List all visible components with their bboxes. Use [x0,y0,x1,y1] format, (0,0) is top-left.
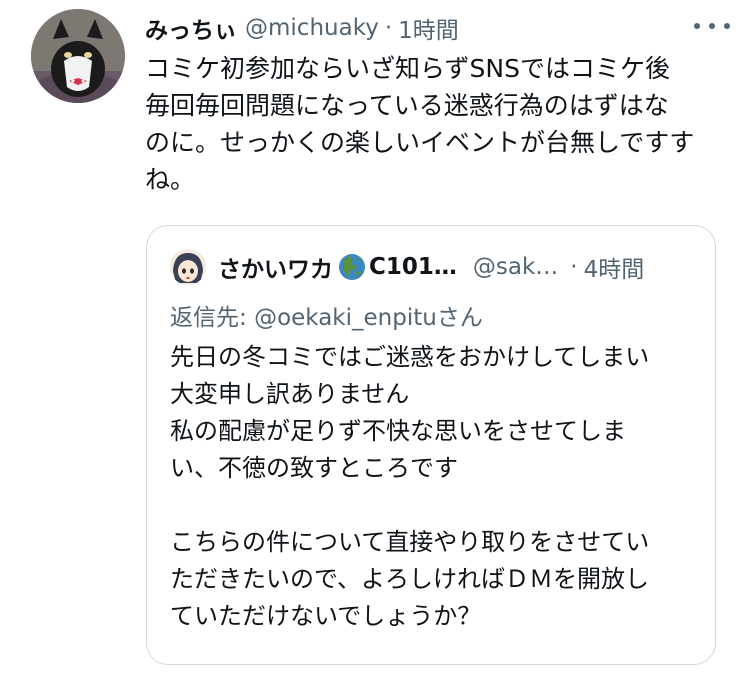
tweet-text-line: のに。せっかくの楽しいイベントが台無しですす [145,128,695,157]
tweet-header: みっちぃ @michuaky · 1時間 [145,10,730,46]
quoted-tweet-text: 先日の冬コミではご迷惑をおかけしてしまい 大変申し訳ありません 私の配慮が足りず… [170,339,700,635]
reply-to-handle[interactable]: @oekaki_enpitu [254,305,437,331]
tweet-text-line: ね。 [145,165,196,194]
author-display-name[interactable]: みっちぃ [145,11,237,45]
reply-to-line: 返信先: @oekaki_enpituさん [170,298,483,332]
tweet-text: コミケ初参加ならいざ知らずSNSではコミケ後 毎回毎回問題になっている迷惑行為の… [145,50,725,198]
quoted-text-blank-line [170,487,700,524]
quoted-name-suffix: C101… [369,254,457,280]
tweet-timestamp[interactable]: 1時間 [398,11,459,45]
quoted-tweet-header: さかいワカ C101… @sak… · 4時間 [170,246,691,288]
more-dots-icon[interactable] [694,16,730,36]
reply-to-suffix: さん [436,305,483,331]
quoted-text-line: こちらの件について直接やり取りをさせてい [170,528,650,556]
header-separator: · [384,15,393,41]
quoted-text-line: 大変申し訳ありません [170,380,410,408]
anime-avatar-image [170,249,206,285]
tweet-text-line: コミケ初参加ならいざ知らずSNSではコミケ後 [145,54,670,83]
quoted-tweet-card[interactable]: さかいワカ C101… @sak… · 4時間 返信先: @oekaki_enp… [146,225,716,665]
quoted-tweet-timestamp[interactable]: 4時間 [584,250,645,284]
quoted-text-line: い、不徳の致すところです [170,454,458,482]
quoted-text-line: 先日の冬コミではご迷惑をおかけしてしまい [170,343,650,371]
quoted-text-line: 私の配慮が足りず不快な思いをさせてしま [170,417,626,445]
cat-avatar-image [31,9,125,103]
quoted-display-name: さかいワカ [218,257,333,283]
author-handle[interactable]: @michuaky [245,15,379,41]
author-avatar[interactable] [31,9,125,103]
quoted-author-name[interactable]: さかいワカ C101… [218,250,457,284]
quoted-header-separator: · [570,254,578,280]
quoted-author-avatar [170,249,206,285]
quoted-text-line: ただきたいので、よろしければＤＭを開放し [170,565,650,593]
reply-to-label: 返信先: [170,305,247,331]
quoted-author-handle[interactable]: @sak… [473,254,558,280]
quoted-text-line: ていただけないでしょうか？ [170,602,482,630]
globe-asia-icon [339,254,365,280]
tweet-text-line: 毎回毎回問題になっている迷惑行為のはずはな [145,91,669,120]
